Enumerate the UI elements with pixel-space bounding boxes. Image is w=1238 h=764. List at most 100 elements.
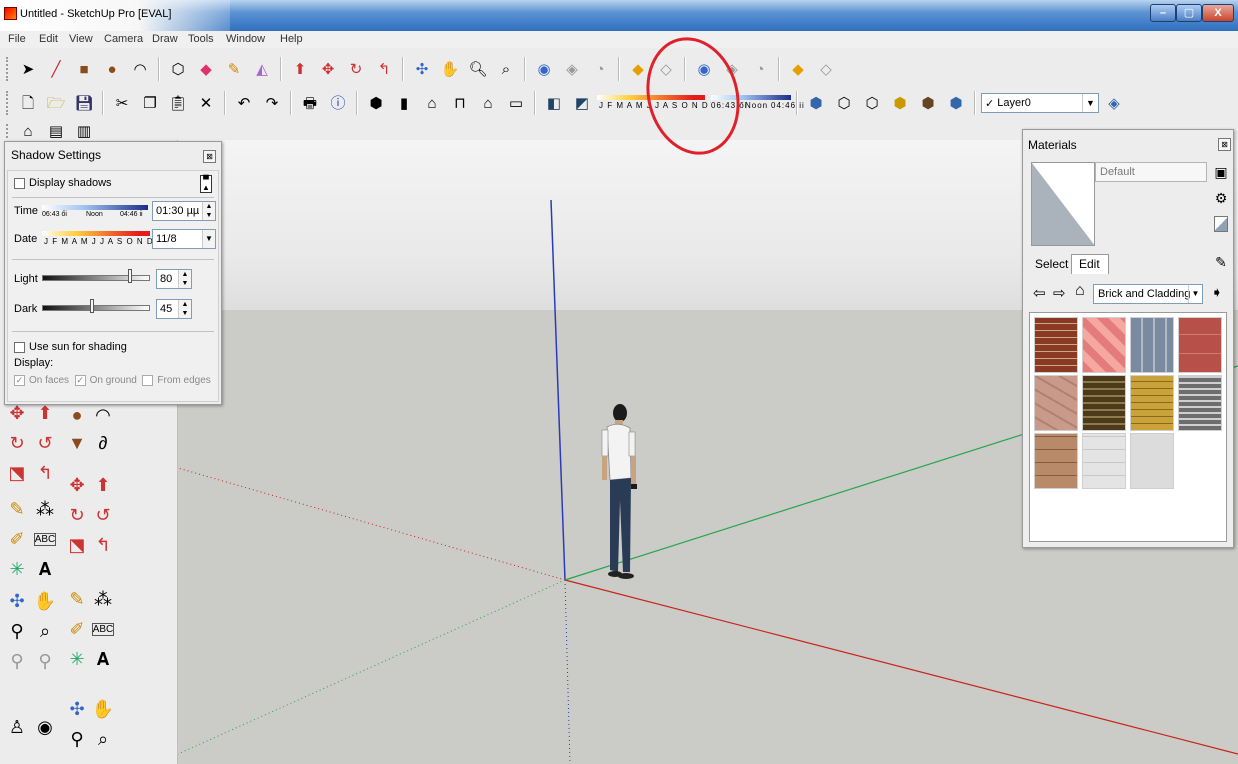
material-swatch[interactable] — [1130, 433, 1174, 489]
close-icon[interactable]: ⊠ — [1218, 138, 1231, 151]
orbit-icon[interactable]: ✣ — [4, 588, 30, 614]
from-edges-checkbox[interactable] — [142, 375, 154, 386]
next-view-icon[interactable]: ⚲ — [32, 648, 58, 674]
rotate-icon[interactable]: ↻ — [64, 502, 90, 528]
close-icon[interactable]: ⊠ — [203, 150, 216, 163]
on-faces-checkbox[interactable]: ✓ — [14, 375, 25, 386]
paint-bucket-icon[interactable]: ◭ — [249, 56, 275, 82]
select-icon[interactable]: ➤ — [15, 56, 41, 82]
date-select[interactable]: 11/8 ▼ — [152, 229, 216, 249]
pan-icon[interactable]: ✋ — [32, 588, 58, 614]
use-sun-row[interactable]: Use sun for shading — [14, 341, 127, 353]
text-icon[interactable]: ABC — [32, 526, 58, 552]
circle-icon[interactable]: ● — [64, 402, 90, 428]
dark-slider[interactable] — [42, 305, 150, 311]
dimension-icon[interactable]: ⁂ — [32, 496, 58, 522]
walk-icon[interactable]: ⌂ — [15, 123, 41, 139]
display-shadows-checkbox[interactable] — [14, 177, 25, 189]
3d-text-icon[interactable]: 𝐀 — [32, 556, 58, 582]
photo-texture-icon[interactable]: ◆ — [785, 56, 811, 82]
title-bar[interactable]: Untitled - SketchUp Pro [EVAL] – ▢ X — [0, 0, 1238, 31]
arc-icon[interactable]: ◠ — [127, 56, 153, 82]
hidden-line-icon[interactable]: ⬡ — [859, 90, 885, 116]
orbit-icon[interactable]: ✣ — [409, 56, 435, 82]
zoom-icon[interactable]: 🔍︎ — [465, 56, 491, 82]
share-component-icon[interactable]: ◔ — [587, 56, 613, 82]
chevron-down-icon[interactable]: ▼ — [202, 230, 215, 248]
scale-icon[interactable]: ⬔ — [64, 532, 90, 558]
create-material-icon[interactable]: ▣ — [1212, 162, 1230, 182]
offset-icon[interactable]: ↰ — [90, 532, 116, 558]
follow-me-icon[interactable]: ↺ — [90, 502, 116, 528]
dark-input[interactable]: 45 ▲ ▼ — [156, 299, 192, 319]
monochrome-icon[interactable]: ⬢ — [943, 90, 969, 116]
forward-arrow-icon[interactable]: ⇨ — [1053, 284, 1066, 302]
zoom-window-icon[interactable]: ⌕ — [32, 618, 58, 644]
section-plane-icon[interactable]: ▤ — [43, 123, 69, 139]
zoom-extents-icon[interactable]: ⌕ — [493, 56, 519, 82]
close-window-button[interactable]: X — [1202, 4, 1234, 22]
material-swatch[interactable] — [1130, 375, 1174, 431]
push-pull-icon[interactable]: ⬆ — [90, 472, 116, 498]
date-slider[interactable]: J F M A M J J A S O N D — [42, 229, 153, 249]
tape-measure-icon[interactable]: ✎ — [221, 56, 247, 82]
right-view-icon[interactable]: ⊓ — [447, 90, 473, 116]
top-view-icon[interactable]: ▮ — [391, 90, 417, 116]
tape-measure-icon[interactable]: ✎ — [64, 586, 90, 612]
cut-icon[interactable]: ✂ — [109, 90, 135, 116]
zoom-icon[interactable]: ⚲ — [4, 618, 30, 644]
offset-icon[interactable]: ↰ — [371, 56, 397, 82]
material-swatch[interactable] — [1034, 317, 1078, 373]
scale-icon[interactable]: ⬔ — [4, 460, 30, 486]
display-shadows-row[interactable]: Display shadows — [14, 177, 112, 189]
use-sun-checkbox[interactable] — [14, 341, 25, 353]
menu-window[interactable]: Window — [226, 33, 265, 45]
undo-icon[interactable]: ↶ — [231, 90, 257, 116]
layer-manager-icon[interactable]: ◈ — [1101, 90, 1127, 116]
details-arrow-icon[interactable]: ➧ — [1211, 284, 1223, 301]
material-swatch[interactable] — [1178, 317, 1222, 373]
polygon-icon[interactable]: ▼ — [64, 430, 90, 456]
shaded-icon[interactable]: ⬢ — [887, 90, 913, 116]
person-figure[interactable] — [601, 404, 637, 579]
on-ground-checkbox[interactable]: ✓ — [74, 375, 86, 386]
protractor-icon[interactable]: ✐ — [4, 526, 30, 552]
warehouse-icon[interactable]: ◔ — [747, 56, 773, 82]
light-slider-thumb[interactable] — [128, 269, 132, 283]
model-info-icon[interactable]: ⓘ — [325, 90, 351, 116]
tab-edit[interactable]: Edit — [1071, 254, 1109, 274]
open-file-icon[interactable]: 🗁 — [43, 90, 69, 116]
material-swatch[interactable] — [1130, 317, 1174, 373]
dimension-icon[interactable]: ⁂ — [90, 586, 116, 612]
collection-select[interactable]: Brick and Cladding ▼ — [1093, 284, 1203, 304]
pan-icon[interactable]: ✋ — [90, 696, 116, 722]
push-pull-icon[interactable]: ⬆ — [287, 56, 313, 82]
section-cut-icon[interactable]: ▥ — [71, 123, 97, 139]
rotate-icon[interactable]: ↻ — [4, 430, 30, 456]
light-input[interactable]: 80 ▲ ▼ — [156, 269, 192, 289]
menu-view[interactable]: View — [69, 33, 93, 45]
display-secondary-icon[interactable] — [1212, 214, 1230, 234]
protractor-icon[interactable]: ✐ — [64, 616, 90, 642]
move-icon[interactable]: ✥ — [64, 472, 90, 498]
toolbar-grip[interactable] — [6, 91, 10, 115]
axes-icon[interactable]: ✳ — [64, 646, 90, 672]
left-view-icon[interactable]: ▭ — [503, 90, 529, 116]
dark-slider-thumb[interactable] — [90, 299, 94, 313]
material-swatch[interactable] — [1034, 375, 1078, 431]
eraser-icon[interactable]: ◆ — [193, 56, 219, 82]
make-component-icon[interactable]: ⬡ — [165, 56, 191, 82]
stepper-arrows-icon[interactable]: ▲ ▼ — [178, 270, 191, 288]
previous-view-icon[interactable]: ⚲ — [4, 648, 30, 674]
rectangle-icon[interactable]: ■ — [71, 56, 97, 82]
maximize-button[interactable]: ▢ — [1176, 4, 1202, 22]
light-slider[interactable] — [42, 275, 150, 281]
freehand-icon[interactable]: ∂ — [90, 430, 116, 456]
circle-icon[interactable]: ● — [99, 56, 125, 82]
shaded-textures-icon[interactable]: ⬢ — [915, 90, 941, 116]
expand-collapse-icon[interactable]: ▀ ▲ — [200, 175, 212, 193]
erase-icon[interactable]: ✕ — [193, 90, 219, 116]
follow-me-icon[interactable]: ↺ — [32, 430, 58, 456]
sample-paint-icon[interactable]: ⚙ — [1212, 188, 1230, 208]
front-view-icon[interactable]: ⌂ — [419, 90, 445, 116]
